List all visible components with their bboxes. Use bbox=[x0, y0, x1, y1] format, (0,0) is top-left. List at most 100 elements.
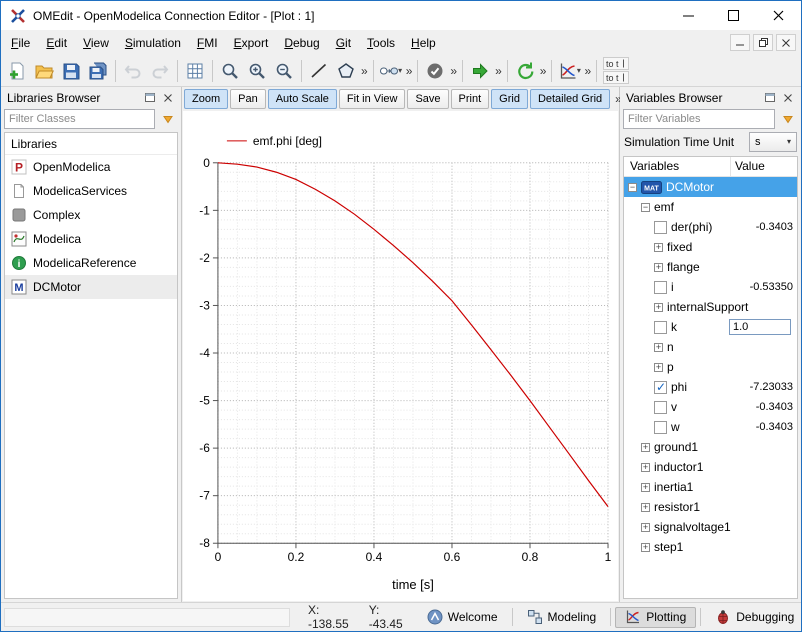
library-item-dcmotor[interactable]: MDCMotor bbox=[5, 275, 177, 299]
perspective-plotting-button[interactable]: Plotting bbox=[615, 607, 696, 628]
collapse-icon[interactable]: − bbox=[628, 183, 637, 192]
plot-tool-auto-scale[interactable]: Auto Scale bbox=[268, 89, 337, 109]
variable-row-dcmotor[interactable]: −MATDCMotor bbox=[624, 177, 797, 197]
maximize-button[interactable] bbox=[711, 1, 756, 30]
perspective-modeling-button[interactable]: Modeling bbox=[517, 607, 607, 628]
expand-icon[interactable]: + bbox=[654, 243, 663, 252]
unchecked-checkbox[interactable] bbox=[654, 421, 667, 434]
filter-options-button[interactable] bbox=[778, 109, 798, 129]
plot-tool-save[interactable]: Save bbox=[407, 89, 448, 109]
mdi-restore-button[interactable] bbox=[753, 34, 773, 51]
menu-fmi[interactable]: FMI bbox=[189, 32, 226, 54]
close-panel-button[interactable] bbox=[779, 90, 797, 106]
resimulate-button[interactable] bbox=[512, 58, 538, 84]
grid-button[interactable] bbox=[182, 58, 208, 84]
simulate-button[interactable] bbox=[467, 58, 493, 84]
zoom-out-button[interactable] bbox=[271, 58, 297, 84]
new-model-button[interactable] bbox=[4, 58, 30, 84]
expand-icon[interactable]: + bbox=[654, 363, 663, 372]
unchecked-checkbox[interactable] bbox=[654, 321, 667, 334]
expand-icon[interactable]: + bbox=[641, 483, 650, 492]
variable-row-p[interactable]: +p bbox=[624, 357, 797, 377]
library-item-modelica[interactable]: Modelica bbox=[5, 227, 177, 251]
plot-tool-detailed-grid[interactable]: Detailed Grid bbox=[530, 89, 610, 109]
plot-canvas[interactable]: 00.20.40.60.810-1-2-3-4-5-6-7-8time [s]e… bbox=[183, 111, 618, 601]
zoom-in-button[interactable] bbox=[244, 58, 270, 84]
menu-simulation[interactable]: Simulation bbox=[117, 32, 189, 54]
expand-icon[interactable]: + bbox=[654, 343, 663, 352]
check-button[interactable] bbox=[422, 58, 448, 84]
toolbar-overflow-icon[interactable]: » bbox=[360, 64, 369, 78]
plot-tool-grid[interactable]: Grid bbox=[491, 89, 528, 109]
variable-row-der-phi-[interactable]: der(phi)-0.3403 bbox=[624, 217, 797, 237]
value-input[interactable]: 1.0 bbox=[729, 319, 791, 335]
value-column-header[interactable]: Value bbox=[731, 157, 797, 176]
checked-checkbox[interactable] bbox=[654, 381, 667, 394]
menu-help[interactable]: Help bbox=[403, 32, 444, 54]
close-panel-button[interactable] bbox=[159, 90, 177, 106]
to-t-button[interactable]: to t bbox=[603, 57, 629, 70]
perspective-welcome-button[interactable]: Welcome bbox=[417, 607, 508, 628]
menu-export[interactable]: Export bbox=[226, 32, 277, 54]
filter-classes-input[interactable] bbox=[4, 109, 155, 129]
variable-row-inductor1[interactable]: +inductor1 bbox=[624, 457, 797, 477]
unchecked-checkbox[interactable] bbox=[654, 401, 667, 414]
menu-debug[interactable]: Debug bbox=[276, 32, 327, 54]
menu-view[interactable]: View bbox=[75, 32, 117, 54]
mdi-close-button[interactable] bbox=[776, 34, 796, 51]
expand-icon[interactable]: + bbox=[641, 523, 650, 532]
minimize-button[interactable] bbox=[666, 1, 711, 30]
variable-row-signalvoltage1[interactable]: +signalvoltage1 bbox=[624, 517, 797, 537]
variable-row-fixed[interactable]: +fixed bbox=[624, 237, 797, 257]
open-button[interactable] bbox=[31, 58, 57, 84]
menu-file[interactable]: File bbox=[3, 32, 38, 54]
toolbar-overflow-icon[interactable]: » bbox=[583, 64, 592, 78]
menu-edit[interactable]: Edit bbox=[38, 32, 75, 54]
unchecked-checkbox[interactable] bbox=[654, 281, 667, 294]
variable-row-phi[interactable]: phi-7.23033 bbox=[624, 377, 797, 397]
variable-row-k[interactable]: k1.0 bbox=[624, 317, 797, 337]
menu-git[interactable]: Git bbox=[328, 32, 359, 54]
zoom-fit-button[interactable] bbox=[217, 58, 243, 84]
variable-row-i[interactable]: i-0.53350 bbox=[624, 277, 797, 297]
library-item-modelicaservices[interactable]: ModelicaServices bbox=[5, 179, 177, 203]
float-panel-button[interactable] bbox=[761, 90, 779, 106]
library-item-openmodelica[interactable]: POpenModelica bbox=[5, 155, 177, 179]
variables-column-header[interactable]: Variables bbox=[624, 157, 731, 176]
toolbar-overflow-icon[interactable]: » bbox=[494, 64, 503, 78]
float-panel-button[interactable] bbox=[141, 90, 159, 106]
save-button[interactable] bbox=[58, 58, 84, 84]
perspective-debugging-button[interactable]: Debugging bbox=[705, 607, 802, 628]
expand-icon[interactable]: + bbox=[641, 443, 650, 452]
save-all-button[interactable] bbox=[85, 58, 111, 84]
variable-row-resistor1[interactable]: +resistor1 bbox=[624, 497, 797, 517]
variable-row-step1[interactable]: +step1 bbox=[624, 537, 797, 557]
transition-button[interactable]: ▾ bbox=[378, 58, 404, 84]
expand-icon[interactable]: + bbox=[641, 503, 650, 512]
expand-icon[interactable]: + bbox=[654, 263, 663, 272]
variable-row-v[interactable]: v-0.3403 bbox=[624, 397, 797, 417]
close-button[interactable] bbox=[756, 1, 801, 30]
polygon-button[interactable] bbox=[333, 58, 359, 84]
variable-row-internalsupport[interactable]: +internalSupport bbox=[624, 297, 797, 317]
to-t-button[interactable]: to t bbox=[603, 71, 629, 84]
filter-options-button[interactable] bbox=[158, 109, 178, 129]
plot-tool-pan[interactable]: Pan bbox=[230, 89, 266, 109]
toolbar-overflow-icon[interactable]: » bbox=[539, 64, 548, 78]
variable-row-flange[interactable]: +flange bbox=[624, 257, 797, 277]
plot-tool-print[interactable]: Print bbox=[451, 89, 490, 109]
unchecked-checkbox[interactable] bbox=[654, 221, 667, 234]
simulation-time-unit-select[interactable]: s ▾ bbox=[749, 132, 797, 152]
title-bar[interactable]: OMEdit - OpenModelica Connection Editor … bbox=[1, 1, 801, 30]
toolbar-overflow-icon[interactable]: » bbox=[405, 64, 414, 78]
menu-tools[interactable]: Tools bbox=[359, 32, 403, 54]
expand-icon[interactable]: + bbox=[641, 543, 650, 552]
collapse-icon[interactable]: − bbox=[641, 203, 650, 212]
library-item-modelicareference[interactable]: iModelicaReference bbox=[5, 251, 177, 275]
plot-button[interactable]: ▾ bbox=[556, 58, 582, 84]
library-item-complex[interactable]: Complex bbox=[5, 203, 177, 227]
variable-row-inertia1[interactable]: +inertia1 bbox=[624, 477, 797, 497]
plot-tool-zoom[interactable]: Zoom bbox=[184, 89, 228, 109]
variable-row-w[interactable]: w-0.3403 bbox=[624, 417, 797, 437]
plot-tool-fit-in-view[interactable]: Fit in View bbox=[339, 89, 406, 109]
